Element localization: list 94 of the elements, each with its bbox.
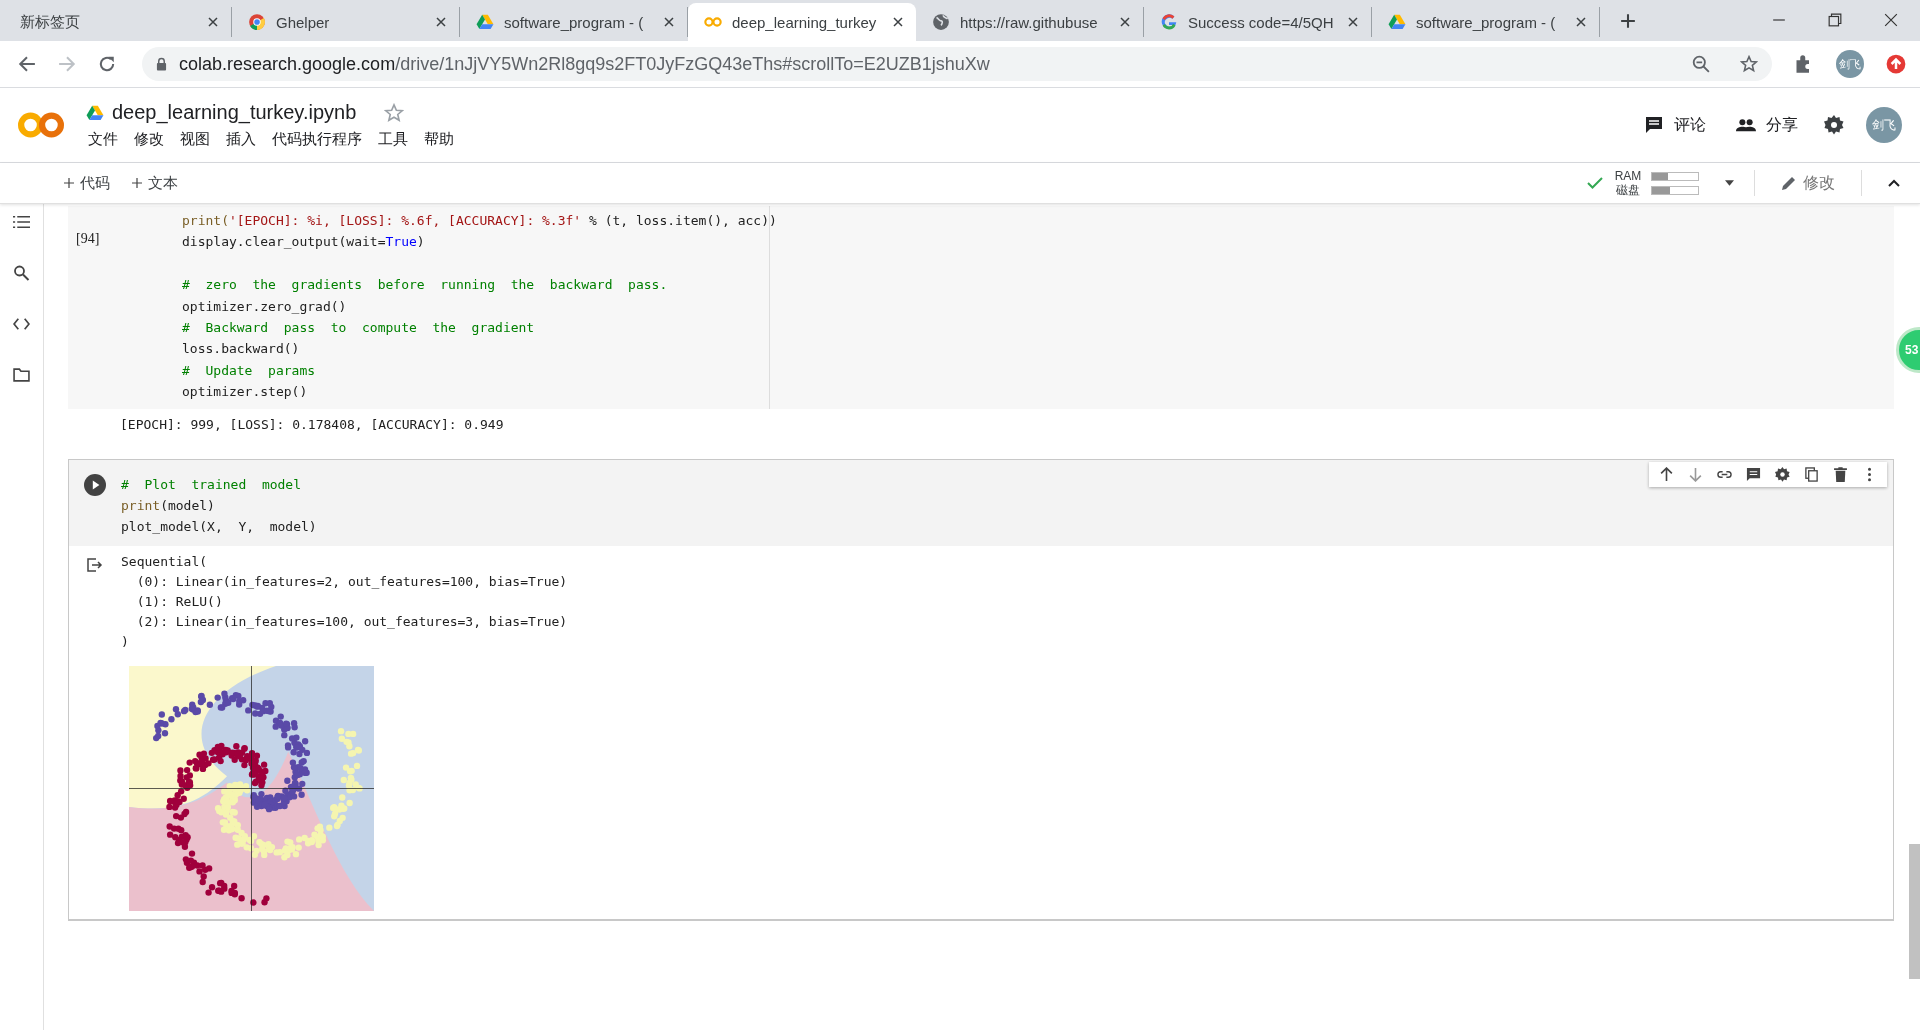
- browser-tab[interactable]: Success code=4/5QH: [1144, 7, 1372, 37]
- globe-icon: [932, 13, 950, 31]
- tab-title: deep_learning_turkey: [732, 13, 878, 31]
- menu-item[interactable]: 帮助: [424, 130, 454, 149]
- dropdown-caret-icon[interactable]: [1725, 180, 1734, 186]
- browser-tab[interactable]: Ghelper: [232, 7, 460, 37]
- mirror-cell-icon[interactable]: [1804, 466, 1819, 482]
- output-arrow-icon[interactable]: [87, 557, 103, 572]
- code-line: plot_model(X, Y, model): [121, 518, 317, 537]
- address-bar[interactable]: colab.research.google.com/drive/1nJjVY5Wn2Rl8gq9s2FT0JyFzGQ43eThs#scrollTo=E2UZB1jshuXw: [142, 47, 1772, 81]
- close-icon[interactable]: [1575, 16, 1587, 28]
- comment-icon[interactable]: [1746, 466, 1761, 482]
- output-line: [EPOCH]: 999, [LOSS]: 0.178408, [ACCURACY]: 0.949: [120, 415, 504, 434]
- code-line: # zero the gradients before running the backward pass.: [182, 276, 669, 295]
- menu-item[interactable]: 插入: [226, 130, 256, 149]
- code-line: print(model): [121, 496, 216, 515]
- tab-title: Ghelper: [276, 13, 331, 31]
- header-action-button[interactable]: 分享: [1732, 110, 1802, 140]
- zoom-out-icon[interactable]: [1692, 55, 1710, 73]
- code-line: optimizer.zero_grad(): [182, 297, 348, 316]
- new-tab-plus-icon[interactable]: [1620, 13, 1636, 29]
- trash-icon[interactable]: [1833, 466, 1848, 482]
- tab-title: Success code=4/5QH: [1188, 13, 1335, 31]
- code-line: display.clear_output(wait=True): [182, 233, 426, 252]
- settings-gear-icon[interactable]: [1824, 115, 1844, 135]
- tab-title: 新标签页: [20, 12, 81, 32]
- tab-title: software_program - (: [1416, 13, 1557, 31]
- close-icon[interactable]: [892, 16, 904, 28]
- output-line: (0): Linear(in_features=2, out_features=100, bias=True): [135, 572, 568, 591]
- header-action-button[interactable]: 评论: [1640, 110, 1710, 140]
- browser-tab[interactable]: software_program - (: [460, 7, 688, 37]
- resource-label: RAM: [1613, 169, 1643, 183]
- code-line: optimizer.step(): [182, 383, 309, 402]
- search-icon[interactable]: [13, 265, 30, 281]
- settings-gear-icon[interactable]: [1775, 466, 1790, 482]
- close-icon[interactable]: [435, 16, 447, 28]
- drive-icon: [476, 13, 494, 31]
- edit-button[interactable]: 修改: [1775, 171, 1841, 195]
- output-line: ): [121, 632, 130, 651]
- run-cell-icon[interactable]: [84, 473, 106, 496]
- drive-icon: [86, 103, 104, 122]
- browser-tab[interactable]: 新标签页: [4, 7, 232, 37]
- browser-tab[interactable]: https://raw.githubuse: [916, 7, 1144, 37]
- arrow-up-icon[interactable]: [1659, 466, 1674, 482]
- star-icon[interactable]: [384, 102, 405, 123]
- drive-icon: [1388, 13, 1406, 31]
- code-line: # Backward pass to compute the gradient: [182, 318, 536, 337]
- star-icon[interactable]: [1740, 55, 1758, 73]
- output-line: (2): Linear(in_features=100, out_features=3, bias=True): [135, 612, 568, 631]
- menu-item[interactable]: 代码执行程序: [272, 130, 362, 149]
- colab-logo-icon[interactable]: [18, 110, 64, 140]
- tab-title: software_program - (: [504, 13, 645, 31]
- google-icon: [1160, 13, 1178, 31]
- browser-tab[interactable]: software_program - (: [1372, 7, 1600, 37]
- close-icon[interactable]: [1119, 16, 1131, 28]
- reload-icon[interactable]: [98, 55, 116, 73]
- resource-label: 磁盘: [1615, 183, 1641, 197]
- arrow-down-icon[interactable]: [1688, 466, 1703, 482]
- menu-item[interactable]: 视图: [180, 130, 210, 149]
- notebook-title[interactable]: deep_learning_turkey.ipynb: [112, 101, 357, 124]
- execution-count: [94]: [76, 231, 100, 248]
- code-line: # Plot trained model: [121, 475, 302, 494]
- url-text: colab.research.google.com/drive/1nJjVY5Wn2Rl8gq9s2FT0JyFzGQ43eThs#scrollTo=E2UZB1jshuXw: [179, 53, 991, 75]
- browser-tab[interactable]: deep_learning_turkey: [688, 3, 916, 41]
- code-line: loss.backward(): [182, 340, 301, 359]
- chevron-up-icon[interactable]: [1888, 179, 1900, 187]
- chrome-icon: [248, 13, 266, 31]
- menu-item[interactable]: 工具: [378, 130, 408, 149]
- output-line: Sequential(: [121, 552, 209, 571]
- plus-icon: [132, 178, 142, 188]
- plus-icon: [64, 178, 74, 188]
- pencil-icon: [1781, 175, 1797, 191]
- comment-icon: [1644, 116, 1664, 134]
- menu-item[interactable]: 文件: [88, 130, 118, 149]
- close-icon[interactable]: [1347, 16, 1359, 28]
- lock-icon: [156, 57, 167, 71]
- table-of-contents-icon[interactable]: [13, 214, 30, 230]
- back-arrow-icon[interactable]: [18, 55, 36, 73]
- code-cell[interactable]: # Plot trained model print(model) plot_model(X, Y, model) Sequential( (0): Linear(in_features=2, out_features=100, bias=True) (1): ReLU() (2): Linear(in_features=100, out_features=3, bias=True) ): [68, 458, 1894, 921]
- insert-button[interactable]: 代码: [60, 171, 114, 195]
- code-brackets-icon[interactable]: [13, 316, 30, 332]
- restore-icon[interactable]: [1828, 13, 1842, 27]
- insert-button[interactable]: 文本: [128, 171, 182, 195]
- close-icon[interactable]: [663, 16, 675, 28]
- code-line: # Update params: [182, 361, 317, 380]
- people-icon: [1736, 116, 1756, 134]
- menu-item[interactable]: 修改: [134, 130, 164, 149]
- code-line: print('[EPOCH]: %i, [LOSS]: %.6f, [ACCURACY]: %.3f' % (t, loss.item(), acc)): [182, 212, 777, 230]
- scrollbar-thumb[interactable]: [1909, 844, 1920, 979]
- folder-icon[interactable]: [13, 367, 30, 383]
- tab-title: https://raw.githubuse: [960, 13, 1099, 31]
- close-icon[interactable]: [207, 16, 219, 28]
- close-icon[interactable]: [1884, 13, 1898, 27]
- output-line: (1): ReLU(): [135, 592, 224, 611]
